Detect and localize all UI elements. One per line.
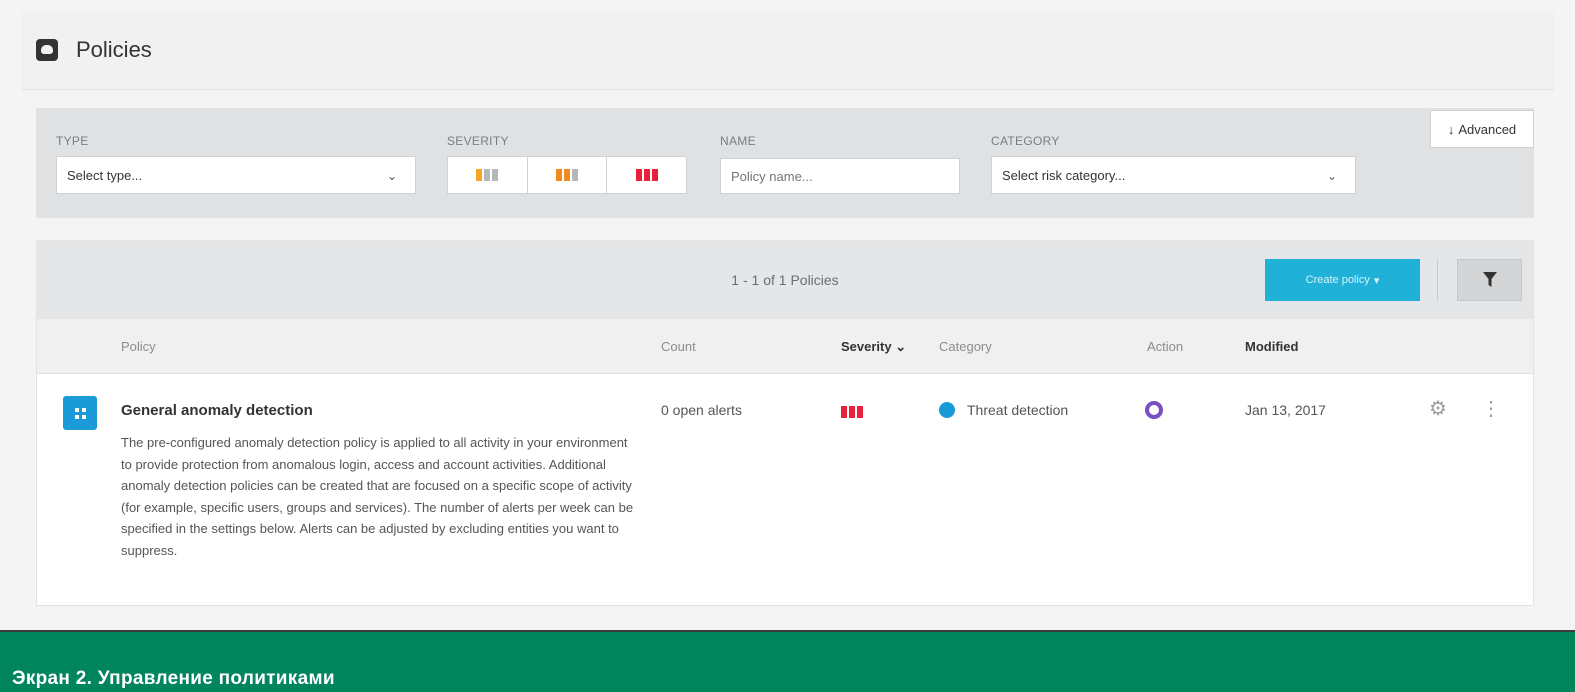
severity-high-button[interactable] — [607, 157, 686, 193]
gear-icon[interactable]: ⚙ — [1429, 396, 1447, 421]
severity-bar — [643, 169, 650, 181]
type-filter-label: TYPE — [56, 134, 89, 148]
create-policy-label: Create policy — [1305, 274, 1370, 286]
filter-button[interactable] — [1457, 259, 1522, 301]
app-window: Policies TYPE Select type... ⌄ SEVERITY — [0, 0, 1575, 630]
page-title: Policies — [76, 36, 152, 62]
alert-action-icon — [1145, 401, 1163, 419]
column-header-action[interactable]: Action — [1147, 339, 1183, 354]
severity-bar — [556, 169, 562, 181]
severity-header-label: Severity — [841, 339, 892, 354]
modified-date: Jan 13, 2017 — [1245, 402, 1326, 418]
column-header-modified[interactable]: Modified — [1245, 339, 1298, 354]
table-header: Policy Count Severity ⌄ Category Action … — [37, 319, 1533, 374]
column-header-category[interactable]: Category — [939, 339, 992, 354]
severity-bar — [492, 169, 499, 181]
policies-panel: 1 - 1 of 1 Policies Create policy ▾ Poli… — [36, 240, 1534, 606]
severity-filter-label: SEVERITY — [447, 134, 509, 148]
column-header-policy[interactable]: Policy — [121, 339, 156, 354]
policies-icon — [36, 38, 58, 61]
severity-bar — [841, 406, 847, 418]
chevron-down-icon: ⌄ — [386, 169, 397, 183]
caption-text: Экран 2. Управление политиками — [12, 668, 335, 689]
severity-high-indicator — [841, 406, 863, 418]
type-select-value: Select type... — [67, 167, 143, 183]
anomaly-policy-icon — [63, 396, 97, 430]
name-filter-label: NAME — [720, 134, 756, 148]
sort-desc-icon: ⌄ — [895, 339, 907, 354]
severity-bar — [564, 169, 570, 181]
column-header-count[interactable]: Count — [661, 339, 696, 354]
more-options-icon[interactable]: ⋮ — [1481, 396, 1501, 421]
severity-bar — [635, 169, 642, 181]
severity-low-button[interactable] — [448, 157, 528, 193]
caret-down-icon: ▾ — [1373, 274, 1380, 287]
advanced-button[interactable]: ↓ Advanced — [1430, 110, 1534, 148]
chevron-down-icon: ⌄ — [1326, 169, 1337, 183]
severity-bar — [484, 169, 491, 181]
filter-icon — [1482, 272, 1497, 287]
severity-toggle-group — [447, 156, 687, 194]
create-policy-button[interactable]: Create policy ▾ — [1265, 259, 1420, 301]
category-filter-label: CATEGORY — [991, 134, 1060, 148]
severity-bar — [651, 169, 658, 181]
results-toolbar: 1 - 1 of 1 Policies Create policy ▾ — [37, 241, 1533, 319]
page-header: Policies — [22, 10, 1554, 90]
policy-name-input[interactable] — [720, 158, 960, 194]
figure-caption: Экран 2. Управление политиками — [0, 630, 1575, 692]
column-header-severity[interactable]: Severity ⌄ — [841, 339, 906, 355]
table-row[interactable]: General anomaly detection The pre-config… — [37, 374, 1533, 606]
category-select[interactable]: Select risk category... ⌄ — [991, 156, 1356, 194]
category-dot-icon — [939, 402, 955, 418]
advanced-label: Advanced — [1458, 121, 1517, 137]
category-value: Threat detection — [967, 402, 1069, 418]
severity-medium-button[interactable] — [528, 157, 608, 193]
type-select[interactable]: Select type... ⌄ — [56, 156, 416, 194]
policy-title[interactable]: General anomaly detection — [121, 402, 313, 419]
severity-bar — [572, 169, 578, 181]
open-alerts-count[interactable]: 0 open alerts — [661, 402, 742, 418]
severity-bar — [476, 169, 483, 181]
severity-bar — [857, 406, 863, 418]
toolbar-divider — [1437, 259, 1438, 301]
filter-bar: TYPE Select type... ⌄ SEVERITY NAME Poli… — [36, 108, 1534, 218]
severity-bar — [849, 406, 855, 418]
double-chevron-down-icon: ↓ — [1447, 121, 1455, 137]
category-select-value: Select risk category... — [1002, 167, 1126, 183]
policy-description: The pre-configured anomaly detection pol… — [121, 435, 634, 558]
